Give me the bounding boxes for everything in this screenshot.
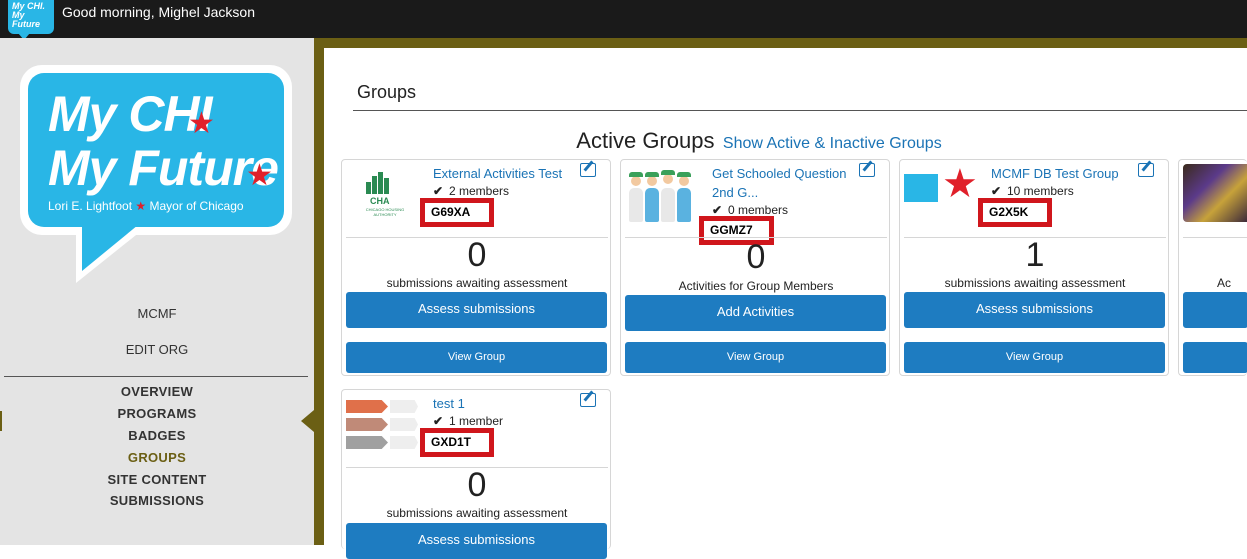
org-name: MCMF [137,306,177,321]
group-card: Get Schooled Question 2nd G... ✔ 0 member… [620,159,890,376]
group-name-link[interactable]: External Activities Test [433,164,583,183]
view-group-button[interactable]: View Group [904,342,1165,373]
star-icon: ★ [942,162,978,206]
group-thumbnail: CHA CHICAGO HOUSING AUTHORITY [346,164,424,228]
group-code: G69XA [420,198,494,227]
group-thumbnail [625,164,703,228]
member-count: ✔ 1 member [433,414,503,428]
flag-stripe [904,174,938,202]
group-card: ★ MCMF DB Test Group ✔ 10 members G2X5K 1… [899,159,1169,376]
sidebar-item-groups[interactable]: GROUPS [0,450,314,465]
group-thumbnail [1183,164,1247,222]
view-group-button[interactable]: View Group [625,342,886,373]
assess-submissions-button[interactable] [1183,292,1247,328]
logo-line-1: My CHI [48,86,212,142]
assess-submissions-button[interactable]: Assess submissions [904,292,1165,328]
logo-subtitle-title: Mayor of Chicago [149,199,244,213]
submission-count: 0 [467,236,487,274]
group-name-link[interactable]: MCMF DB Test Group [991,164,1141,183]
member-count-text: 10 members [1007,184,1074,198]
app-logo[interactable]: My CHI. My Future [8,0,54,40]
title-divider [353,110,1247,111]
group-name-link[interactable]: Get Schooled Question 2nd G... [712,164,862,202]
edit-icon[interactable] [580,163,596,177]
group-name-link[interactable]: test 1 [433,394,583,413]
active-groups-heading: Active Groups [576,128,715,153]
star-icon: ★ [246,159,273,192]
count-label: submissions awaiting assessment [944,276,1126,290]
member-count-text: 1 member [449,414,504,428]
sidebar-item-badges[interactable]: BADGES [0,428,314,443]
greeting-text: Good morning, Mighel Jackson [62,4,255,20]
member-count-text: 2 members [449,184,510,198]
view-group-button[interactable] [1183,342,1247,373]
edit-icon[interactable] [859,163,875,177]
show-inactive-link[interactable]: Show Active & Inactive Groups [723,135,942,152]
app-logo-line2: My Future [12,10,40,29]
group-card: CHA CHICAGO HOUSING AUTHORITY External A… [341,159,611,376]
add-activities-button[interactable]: Add Activities [625,295,886,331]
check-icon: ✔ [991,184,1002,198]
sidebar-divider [4,376,308,377]
sidebar-item-site-content[interactable]: SITE CONTENT [0,472,314,487]
logo-line-2: My Future [48,140,279,196]
sidebar-item-programs[interactable]: PROGRAMS [0,406,314,421]
check-icon: ✔ [433,184,444,198]
logo-subtitle: Lori E. Lightfoot ★ Mayor of Chicago [48,199,244,213]
count-label: submissions awaiting assessment [386,506,568,520]
thumb-text: CHA [370,196,390,206]
view-group-button[interactable]: View Group [346,342,607,373]
submission-count: 1 [1025,236,1045,274]
assess-submissions-button[interactable]: Assess submissions [346,523,607,559]
active-nav-marker [0,411,2,431]
member-count: ✔ 0 members [712,203,788,217]
thumb-subtext: CHICAGO HOUSING AUTHORITY [365,207,405,217]
edit-icon[interactable] [580,393,596,407]
member-count-text: 0 members [728,203,789,217]
sidebar: My CHI ★ My Future ★ Lori E. Lightfoot ★… [0,38,314,545]
sidebar-item-overview[interactable]: OVERVIEW [0,384,314,399]
sidebar-item-submissions[interactable]: SUBMISSIONS [0,493,314,508]
edit-icon[interactable] [1138,163,1154,177]
group-card: test 1 ✔ 1 member GXD1T 0 submissions awa… [341,389,611,559]
assess-submissions-button[interactable]: Assess submissions [346,292,607,328]
count-label: submissions awaiting assessment [386,276,568,290]
submission-count: 0 [467,466,487,504]
check-icon: ✔ [712,203,723,217]
page-title: Groups [357,82,417,102]
cha-logo-icon [366,172,396,194]
group-code: G2X5K [978,198,1052,227]
count-label: Ac [1217,276,1232,290]
group-thumbnail: ★ [904,164,982,228]
member-count: ✔ 10 members [991,184,1074,198]
activity-count: 0 [746,238,766,276]
main-panel: Groups Active Groups Show Active & Inact… [324,48,1247,559]
check-icon: ✔ [433,414,444,428]
logo-subtitle-name: Lori E. Lightfoot [48,199,133,213]
section-heading: Active Groups Show Active & Inactive Gro… [324,128,1194,154]
logo-bubble-tail-fill [82,225,138,271]
star-icon: ★ [135,199,147,213]
card-divider [1183,237,1247,238]
member-count: ✔ 2 members [433,184,509,198]
group-code: GXD1T [420,428,494,457]
edit-org-link[interactable]: EDIT ORG [0,342,314,357]
top-bar: My CHI. My Future Good morning, Mighel J… [0,0,1247,40]
count-label: Activities for Group Members [678,279,834,293]
active-nav-arrow [301,410,314,432]
group-card: Ac [1178,159,1247,376]
org-logo: My CHI ★ My Future ★ Lori E. Lightfoot ★… [20,65,292,283]
group-thumbnail [346,394,424,458]
star-icon: ★ [188,107,215,140]
